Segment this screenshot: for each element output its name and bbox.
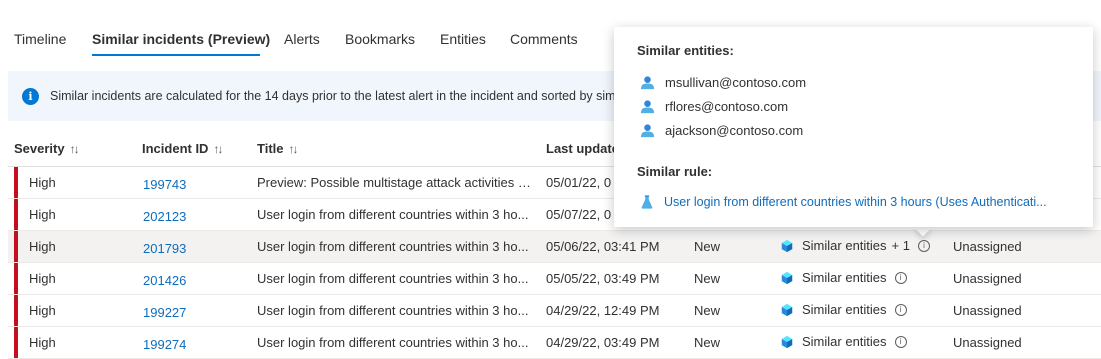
user-email: msullivan@contoso.com bbox=[665, 75, 807, 90]
similar-rule-heading: Similar rule: bbox=[637, 164, 713, 179]
severity-bar bbox=[14, 199, 18, 230]
analytics-rule-icon bbox=[641, 195, 653, 209]
column-label: Last update bbox=[546, 141, 619, 156]
table-row[interactable]: High 199227 User login from different coun… bbox=[8, 295, 1101, 327]
similarity-icon bbox=[781, 335, 793, 348]
severity-bar bbox=[14, 167, 18, 198]
severity-bar bbox=[14, 327, 18, 358]
last-update-cell: 05/05/22, 03:49 PM bbox=[546, 271, 660, 286]
tab-similar-incidents[interactable]: Similar incidents (Preview) bbox=[92, 31, 270, 47]
info-icon: i bbox=[22, 88, 39, 105]
column-header-last-update[interactable]: Last update bbox=[546, 141, 619, 156]
column-header-title[interactable]: Title ↑↓ bbox=[257, 141, 299, 156]
last-update-cell: 04/29/22, 12:49 PM bbox=[546, 303, 660, 318]
severity-bar bbox=[14, 295, 18, 326]
sort-icon[interactable]: ↑↓ bbox=[70, 142, 80, 156]
severity-bar bbox=[14, 263, 18, 294]
title-cell: User login from different countries with… bbox=[257, 303, 529, 318]
last-update-cell: 04/29/22, 03:49 PM bbox=[546, 335, 660, 350]
tab-comments[interactable]: Comments bbox=[510, 31, 578, 47]
similar-rule-link[interactable]: User login from different countries with… bbox=[640, 195, 1047, 209]
user-icon bbox=[640, 100, 655, 114]
column-header-incident-id[interactable]: Incident ID ↑↓ bbox=[142, 141, 223, 156]
severity-cell: High bbox=[29, 207, 56, 222]
title-cell: Preview: Possible multistage attack acti… bbox=[257, 175, 537, 190]
similarity-more: + 1 bbox=[891, 238, 910, 253]
info-circle-icon[interactable]: i bbox=[894, 271, 907, 284]
similarity-icon bbox=[781, 239, 793, 252]
rule-name: User login from different countries with… bbox=[664, 195, 1047, 209]
similarity-cell: Similar entities i bbox=[780, 334, 950, 349]
owner-cell: Unassigned bbox=[953, 239, 1022, 254]
similar-entities-heading: Similar entities: bbox=[637, 43, 734, 58]
tab-alerts[interactable]: Alerts bbox=[284, 31, 320, 47]
similar-entity-user[interactable]: ajackson@contoso.com bbox=[640, 123, 803, 138]
similar-entity-user[interactable]: rflores@contoso.com bbox=[640, 99, 788, 114]
owner-cell: Unassigned bbox=[953, 303, 1022, 318]
status-cell: New bbox=[694, 303, 721, 318]
severity-cell: High bbox=[29, 239, 56, 254]
owner-cell: Unassigned bbox=[953, 271, 1022, 286]
owner-cell: Unassigned bbox=[953, 335, 1022, 350]
similarity-label: Similar entities bbox=[802, 302, 887, 317]
incident-id-link[interactable]: 201426 bbox=[143, 273, 186, 288]
status-cell: New bbox=[694, 271, 721, 286]
similarity-popover: Similar entities: msullivan@contoso.com … bbox=[614, 27, 1093, 227]
user-icon bbox=[640, 124, 655, 138]
incident-id-link[interactable]: 199274 bbox=[143, 337, 186, 352]
incident-id-link[interactable]: 201793 bbox=[143, 241, 186, 256]
similar-entity-user[interactable]: msullivan@contoso.com bbox=[640, 75, 806, 90]
similarity-label: Similar entities bbox=[802, 238, 887, 253]
incident-id-link[interactable]: 199743 bbox=[143, 177, 186, 192]
title-cell: User login from different countries with… bbox=[257, 271, 529, 286]
severity-cell: High bbox=[29, 175, 56, 190]
sort-icon[interactable]: ↑↓ bbox=[289, 142, 299, 156]
sort-icon[interactable]: ↑↓ bbox=[213, 142, 223, 156]
title-cell: User login from different countries with… bbox=[257, 335, 529, 350]
tab-bookmarks[interactable]: Bookmarks bbox=[345, 31, 415, 47]
column-label: Title bbox=[257, 141, 284, 156]
column-header-severity[interactable]: Severity ↑↓ bbox=[14, 141, 80, 156]
severity-bar bbox=[14, 231, 18, 262]
table-row[interactable]: High 201426 User login from different coun… bbox=[8, 263, 1101, 295]
active-tab-indicator bbox=[92, 54, 260, 56]
tab-entities[interactable]: Entities bbox=[440, 31, 486, 47]
title-cell: User login from different countries with… bbox=[257, 207, 529, 222]
similarity-icon bbox=[781, 271, 793, 284]
info-circle-icon[interactable]: i bbox=[894, 303, 907, 316]
similarity-label: Similar entities bbox=[802, 334, 887, 349]
info-circle-icon[interactable]: i bbox=[917, 239, 930, 252]
column-label: Incident ID bbox=[142, 141, 209, 156]
similarity-cell: Similar entities i bbox=[780, 270, 950, 285]
similarity-icon bbox=[781, 303, 793, 316]
similarity-cell: Similar entities + 1 i bbox=[780, 238, 950, 253]
similarity-cell: Similar entities i bbox=[780, 302, 950, 317]
title-cell: User login from different countries with… bbox=[257, 239, 529, 254]
severity-cell: High bbox=[29, 335, 56, 350]
severity-cell: High bbox=[29, 303, 56, 318]
tab-timeline[interactable]: Timeline bbox=[14, 31, 66, 47]
table-row[interactable]: High 201793 User login from different coun… bbox=[8, 231, 1101, 263]
user-email: ajackson@contoso.com bbox=[665, 123, 804, 138]
last-update-cell: 05/06/22, 03:41 PM bbox=[546, 239, 660, 254]
status-cell: New bbox=[694, 335, 721, 350]
incident-id-link[interactable]: 202123 bbox=[143, 209, 186, 224]
status-cell: New bbox=[694, 239, 721, 254]
user-icon bbox=[640, 76, 655, 90]
column-label: Severity bbox=[14, 141, 65, 156]
info-circle-icon[interactable]: i bbox=[894, 335, 907, 348]
severity-cell: High bbox=[29, 271, 56, 286]
user-email: rflores@contoso.com bbox=[665, 99, 789, 114]
info-text: Similar incidents are calculated for the… bbox=[50, 89, 639, 103]
similarity-label: Similar entities bbox=[802, 270, 887, 285]
table-row[interactable]: High 199274 User login from different coun… bbox=[8, 327, 1101, 359]
incident-id-link[interactable]: 199227 bbox=[143, 305, 186, 320]
